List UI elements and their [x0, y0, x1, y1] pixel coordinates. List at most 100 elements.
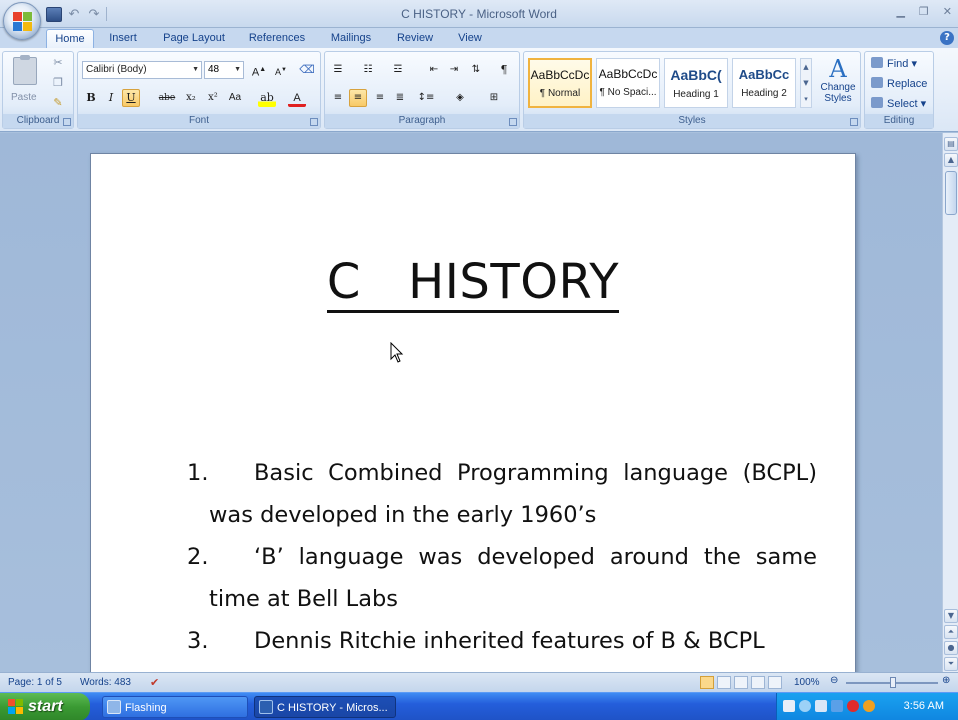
draft-view-icon[interactable] — [768, 676, 782, 689]
close-icon[interactable]: ✕ — [943, 5, 952, 18]
web-layout-icon[interactable] — [734, 676, 748, 689]
select-browse-object-icon[interactable]: ● — [944, 641, 958, 655]
security-icon[interactable] — [847, 700, 859, 712]
next-page-icon[interactable]: ⏷ — [944, 657, 958, 671]
decrease-indent-button[interactable]: ⇤ — [425, 61, 443, 79]
ruler-toggle-icon[interactable]: ▤ — [944, 137, 958, 151]
shrink-font-button[interactable]: A▼ — [272, 61, 290, 79]
styles-label: Styles — [524, 114, 860, 128]
bullets-button[interactable]: ☰ — [329, 61, 347, 79]
superscript-button[interactable]: x² — [204, 89, 222, 107]
multilevel-list-button[interactable]: ☲ — [389, 61, 407, 79]
list-number: 3. — [187, 628, 209, 654]
increase-indent-button[interactable]: ⇥ — [445, 61, 463, 79]
select-button[interactable]: Select ▾ — [871, 96, 926, 112]
style-heading-1[interactable]: AaBbC( Heading 1 — [664, 58, 728, 108]
proofing-icon[interactable]: ✔ — [150, 676, 159, 689]
volume-icon[interactable] — [815, 700, 827, 712]
start-label: start — [28, 698, 63, 715]
find-button[interactable]: Find ▾ — [871, 56, 917, 72]
style-normal[interactable]: AaBbCcDc ¶ Normal — [528, 58, 592, 108]
tab-mailings[interactable]: Mailings — [322, 29, 380, 48]
change-styles-icon: A — [829, 55, 847, 83]
strikethrough-button[interactable]: abe — [158, 89, 176, 107]
tab-home[interactable]: Home — [46, 29, 94, 48]
tab-insert[interactable]: Insert — [100, 29, 146, 48]
maximize-icon[interactable]: ❐ — [919, 5, 929, 18]
document-page[interactable]: C HISTORY 1. Basic Combined Programming l… — [90, 153, 856, 672]
vertical-scrollbar[interactable]: ▤ ▲ ▼ ⏶ ● ⏷ — [942, 133, 958, 672]
font-group: Calibri (Body) ▼ 48 ▼ A▲ A▼ ⌫ B I U abe x₂… — [77, 51, 321, 129]
list-text: ‘B’ language was developed around the sa… — [209, 544, 817, 612]
style-no-spacing[interactable]: AaBbCcDc ¶ No Spaci... — [596, 58, 660, 108]
font-size-select[interactable]: 48 ▼ — [204, 61, 244, 79]
tab-references[interactable]: References — [242, 29, 312, 48]
format-painter-icon[interactable]: ✎ — [51, 96, 65, 109]
tab-page-layout[interactable]: Page Layout — [156, 29, 232, 48]
align-left-button[interactable]: ≡ — [329, 89, 347, 107]
scroll-up-icon[interactable]: ▲ — [944, 153, 958, 167]
paste-label: Paste — [11, 92, 37, 103]
sort-button[interactable]: ⇅ — [467, 61, 485, 79]
zoom-in-icon[interactable]: ⊕ — [942, 675, 950, 686]
minimize-icon[interactable]: ▁ — [896, 5, 904, 18]
subscript-button[interactable]: x₂ — [182, 89, 200, 107]
grow-font-button[interactable]: A▲ — [250, 61, 268, 79]
underline-button[interactable]: U — [122, 89, 140, 107]
zoom-slider[interactable] — [846, 677, 938, 688]
help-tray-icon[interactable] — [783, 700, 795, 712]
borders-icon[interactable]: ⊞ — [485, 89, 503, 107]
font-name-select[interactable]: Calibri (Body) ▼ — [82, 61, 202, 79]
mouse-pointer-icon — [390, 342, 404, 363]
replace-button[interactable]: Replace — [871, 76, 927, 92]
paste-icon[interactable] — [13, 55, 37, 85]
highlight-button[interactable]: ab — [258, 89, 276, 107]
full-screen-reading-icon[interactable] — [717, 676, 731, 689]
start-button[interactable]: start — [0, 693, 90, 720]
zoom-level[interactable]: 100% — [794, 677, 820, 688]
office-button[interactable] — [3, 2, 41, 40]
tab-review[interactable]: Review — [390, 29, 440, 48]
taskbar-item-word[interactable]: C HISTORY - Micros... — [254, 696, 396, 718]
scroll-down-icon[interactable]: ▼ — [944, 609, 958, 623]
clipboard-launcher-icon[interactable] — [63, 118, 71, 126]
paragraph-launcher-icon[interactable] — [509, 118, 517, 126]
align-right-button[interactable]: ≡ — [371, 89, 389, 107]
cut-icon[interactable]: ✂ — [51, 56, 65, 69]
styles-launcher-icon[interactable] — [850, 118, 858, 126]
window-controls: ▁ ❐ ✕ — [896, 5, 952, 18]
back-tray-icon[interactable] — [799, 700, 811, 712]
numbering-button[interactable]: ☷ — [359, 61, 377, 79]
show-formatting-button[interactable]: ¶ — [495, 61, 513, 79]
bold-button[interactable]: B — [82, 89, 100, 107]
change-styles-button[interactable]: A Change Styles — [818, 56, 858, 112]
zoom-out-icon[interactable]: ⊖ — [830, 675, 838, 686]
update-icon[interactable] — [863, 700, 875, 712]
styles-scroll[interactable]: ▲ ▼ ▾ — [800, 58, 812, 108]
replace-icon — [871, 77, 883, 88]
system-tray: 3:56 AM — [776, 693, 958, 720]
italic-button[interactable]: I — [102, 89, 120, 107]
font-color-button[interactable]: A — [288, 89, 306, 107]
align-center-button[interactable]: ≡ — [349, 89, 367, 107]
font-launcher-icon[interactable] — [310, 118, 318, 126]
print-layout-icon[interactable] — [700, 676, 714, 689]
shading-icon[interactable]: ◈ — [451, 89, 469, 107]
zoom-slider-thumb[interactable] — [890, 677, 896, 688]
style-heading-2[interactable]: AaBbCc Heading 2 — [732, 58, 796, 108]
justify-button[interactable]: ≣ — [391, 89, 409, 107]
scroll-thumb[interactable] — [945, 171, 957, 215]
tab-view[interactable]: View — [448, 29, 492, 48]
word-count[interactable]: Words: 483 — [80, 677, 131, 688]
network-icon[interactable] — [831, 700, 843, 712]
outline-view-icon[interactable] — [751, 676, 765, 689]
change-styles-label: Change Styles — [820, 82, 856, 104]
previous-page-icon[interactable]: ⏶ — [944, 625, 958, 639]
page-count[interactable]: Page: 1 of 5 — [8, 677, 62, 688]
clear-formatting-button[interactable]: ⌫ — [298, 61, 316, 79]
copy-icon[interactable]: ❐ — [51, 76, 65, 89]
help-icon[interactable]: ? — [940, 31, 954, 45]
line-spacing-button[interactable]: ↕≡ — [417, 89, 435, 107]
taskbar-item-flashing[interactable]: Flashing — [102, 696, 248, 718]
change-case-button[interactable]: Aa — [226, 89, 244, 107]
